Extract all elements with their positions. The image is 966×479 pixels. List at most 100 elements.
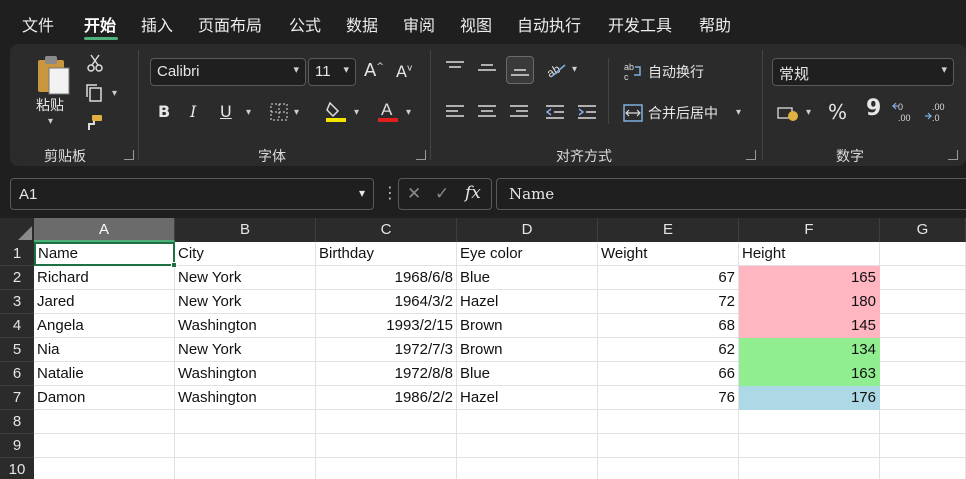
menu-review[interactable]: 审阅: [403, 12, 435, 36]
column-header-f[interactable]: F: [739, 218, 880, 242]
font-name-select[interactable]: Calibri ▾: [150, 58, 306, 86]
number-launcher-icon[interactable]: [948, 150, 958, 160]
data-cell[interactable]: Brown: [457, 314, 598, 338]
empty-cell[interactable]: [175, 458, 316, 479]
data-cell[interactable]: 1964/3/2: [316, 290, 457, 314]
empty-cell[interactable]: [880, 338, 966, 362]
data-cell[interactable]: New York: [175, 290, 316, 314]
data-cell[interactable]: Hazel: [457, 290, 598, 314]
empty-cell[interactable]: [457, 434, 598, 458]
header-cell[interactable]: Height: [739, 242, 880, 266]
empty-cell[interactable]: [457, 458, 598, 479]
data-cell[interactable]: 1972/8/8: [316, 362, 457, 386]
borders-icon[interactable]: [268, 101, 290, 123]
empty-cell[interactable]: [34, 410, 175, 434]
empty-cell[interactable]: [457, 410, 598, 434]
column-header-c[interactable]: C: [316, 218, 457, 242]
enter-icon[interactable]: ✓: [435, 184, 449, 204]
font-size-select[interactable]: 11 ▾: [308, 58, 356, 86]
row-header-3[interactable]: 3: [0, 290, 34, 314]
data-cell[interactable]: 134: [739, 338, 880, 362]
data-cell[interactable]: 1986/2/2: [316, 386, 457, 410]
data-cell[interactable]: 1968/6/8: [316, 266, 457, 290]
column-header-a[interactable]: A: [34, 218, 175, 242]
row-header-9[interactable]: 9: [0, 434, 34, 458]
empty-cell[interactable]: [34, 458, 175, 479]
align-middle-icon[interactable]: [476, 58, 498, 78]
data-cell[interactable]: Blue: [457, 266, 598, 290]
increase-decimal-icon[interactable]: 0.00: [892, 100, 918, 124]
data-cell[interactable]: Washington: [175, 314, 316, 338]
data-cell[interactable]: 72: [598, 290, 739, 314]
column-header-g[interactable]: G: [880, 218, 966, 242]
shrink-font-button[interactable]: Av: [396, 62, 412, 81]
row-header-1[interactable]: 1: [0, 242, 34, 266]
empty-cell[interactable]: [880, 458, 966, 479]
empty-cell[interactable]: [739, 458, 880, 479]
empty-cell[interactable]: [739, 434, 880, 458]
fill-handle[interactable]: [171, 262, 177, 268]
menu-home[interactable]: 开始: [84, 12, 116, 36]
empty-cell[interactable]: [880, 266, 966, 290]
data-cell[interactable]: 180: [739, 290, 880, 314]
clipboard-launcher-icon[interactable]: [124, 150, 134, 160]
menu-data[interactable]: 数据: [346, 12, 378, 36]
align-right-icon[interactable]: [508, 102, 530, 122]
format-painter-icon[interactable]: [82, 112, 106, 134]
column-header-e[interactable]: E: [598, 218, 739, 242]
italic-button[interactable]: I: [190, 102, 196, 121]
empty-cell[interactable]: [598, 434, 739, 458]
empty-cell[interactable]: [316, 458, 457, 479]
empty-cell[interactable]: [880, 434, 966, 458]
header-cell[interactable]: Weight: [598, 242, 739, 266]
data-cell[interactable]: Natalie: [34, 362, 175, 386]
data-cell[interactable]: Jared: [34, 290, 175, 314]
accounting-dropdown-icon[interactable]: ▾: [806, 107, 811, 118]
decrease-decimal-icon[interactable]: .00.0: [924, 100, 950, 124]
menu-insert[interactable]: 插入: [141, 12, 173, 36]
empty-cell[interactable]: [175, 434, 316, 458]
empty-cell[interactable]: [880, 242, 966, 266]
accounting-format-icon[interactable]: [776, 102, 800, 124]
data-cell[interactable]: 76: [598, 386, 739, 410]
merge-center-icon[interactable]: [622, 102, 644, 124]
data-cell[interactable]: 176: [739, 386, 880, 410]
menu-view[interactable]: 视图: [460, 12, 492, 36]
increase-indent-icon[interactable]: [576, 102, 598, 122]
data-cell[interactable]: Washington: [175, 386, 316, 410]
empty-cell[interactable]: [34, 434, 175, 458]
menu-automate[interactable]: 自动执行: [517, 12, 581, 36]
column-header-b[interactable]: B: [175, 218, 316, 242]
empty-cell[interactable]: [598, 410, 739, 434]
alignment-launcher-icon[interactable]: [746, 150, 756, 160]
empty-cell[interactable]: [880, 290, 966, 314]
formula-input[interactable]: Name: [496, 178, 966, 210]
data-cell[interactable]: New York: [175, 338, 316, 362]
font-color-icon[interactable]: A: [376, 98, 400, 124]
empty-cell[interactable]: [739, 410, 880, 434]
orientation-dropdown-icon[interactable]: ▾: [572, 64, 577, 75]
empty-cell[interactable]: [880, 362, 966, 386]
bold-button[interactable]: B: [158, 102, 170, 121]
row-header-4[interactable]: 4: [0, 314, 34, 338]
cut-icon[interactable]: [84, 52, 106, 74]
data-cell[interactable]: 66: [598, 362, 739, 386]
underline-dropdown-icon[interactable]: ▾: [246, 107, 251, 118]
grow-font-button[interactable]: A^: [364, 60, 384, 81]
percent-style-button[interactable]: %: [828, 100, 847, 124]
fill-color-dropdown-icon[interactable]: ▾: [354, 107, 359, 118]
menu-help[interactable]: 帮助: [699, 12, 731, 36]
merge-center-label[interactable]: 合并后居中: [648, 103, 718, 123]
paste-label[interactable]: 粘贴: [36, 95, 64, 115]
row-header-5[interactable]: 5: [0, 338, 34, 362]
data-cell[interactable]: 62: [598, 338, 739, 362]
borders-dropdown-icon[interactable]: ▾: [294, 107, 299, 118]
copy-icon[interactable]: [82, 82, 106, 104]
empty-cell[interactable]: [316, 434, 457, 458]
data-cell[interactable]: Washington: [175, 362, 316, 386]
data-cell[interactable]: Nia: [34, 338, 175, 362]
align-left-icon[interactable]: [444, 102, 466, 122]
empty-cell[interactable]: [880, 314, 966, 338]
orientation-icon[interactable]: ab: [544, 58, 568, 80]
data-cell[interactable]: New York: [175, 266, 316, 290]
